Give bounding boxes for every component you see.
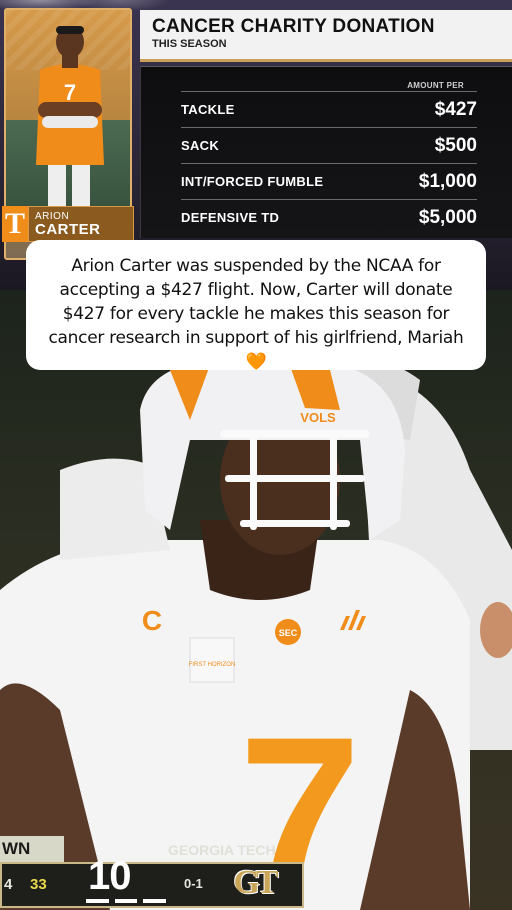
player-first-name: ARION	[35, 210, 70, 222]
team-logo: T	[2, 206, 28, 242]
sponsor-patch: FIRST HORIZON	[189, 662, 236, 668]
player-last-name: CARTER	[35, 220, 101, 238]
scoreboard-left-label: WN	[0, 836, 64, 862]
player-photo: 7	[36, 26, 104, 220]
donation-table: AMOUNT PER TACKLE $427 SACK $500 INT/FOR…	[140, 66, 512, 238]
table-row: INT/FORCED FUMBLE $1,000	[181, 163, 477, 199]
left-score: 4	[4, 876, 13, 893]
card-jersey-number: 7	[64, 80, 76, 105]
timeout-dot	[86, 899, 109, 903]
row-label: INT/FORCED FUMBLE	[181, 174, 324, 189]
row-value: $1,000	[418, 170, 477, 192]
helmet-text: VOLS	[300, 410, 336, 425]
caption-bubble: Arion Carter was suspended by the NCAA f…	[26, 240, 486, 372]
row-label: TACKLE	[181, 102, 235, 117]
row-value: $427	[434, 98, 477, 120]
column-header: AMOUNT PER	[407, 81, 464, 90]
name-box: ARION CARTER	[28, 206, 134, 242]
title-banner: CANCER CHARITY DONATION THIS SEASON	[140, 10, 512, 62]
georgia-tech-logo: GT	[233, 864, 278, 901]
graphic-subtitle: THIS SEASON	[152, 38, 227, 50]
table-row: DEFENSIVE TD $5,000	[181, 199, 477, 235]
scoreboard: WN GEORGIA TECH 4 33 10 0-1 GT	[0, 836, 304, 908]
left-value: 33	[30, 876, 47, 893]
conference-patch: SEC	[279, 628, 298, 638]
row-label: SACK	[181, 138, 220, 153]
row-value: $5,000	[418, 206, 477, 228]
caption-text: Arion Carter was suspended by the NCAA f…	[48, 256, 464, 348]
player-name-plate: T ARION CARTER	[2, 206, 134, 242]
row-value: $500	[434, 134, 477, 156]
timeout-indicators	[86, 899, 167, 903]
photo-illustration: VOLS C SEC FIRST HORIZON 7	[0, 360, 512, 910]
team-score: 10	[88, 854, 131, 898]
player-photo-scene: VOLS C SEC FIRST HORIZON 7	[0, 290, 512, 910]
table-row: TACKLE $427	[181, 91, 477, 127]
graphic-title: CANCER CHARITY DONATION	[152, 16, 435, 37]
captain-patch: C	[142, 605, 162, 636]
table-row: SACK $500	[181, 127, 477, 163]
team-name: GEORGIA TECH	[168, 842, 276, 858]
orange-heart-icon: 🧡	[245, 352, 267, 372]
team-record: 0-1	[184, 876, 203, 891]
timeout-dot	[143, 899, 167, 903]
row-label: DEFENSIVE TD	[181, 210, 280, 225]
timeout-dot	[114, 899, 138, 903]
